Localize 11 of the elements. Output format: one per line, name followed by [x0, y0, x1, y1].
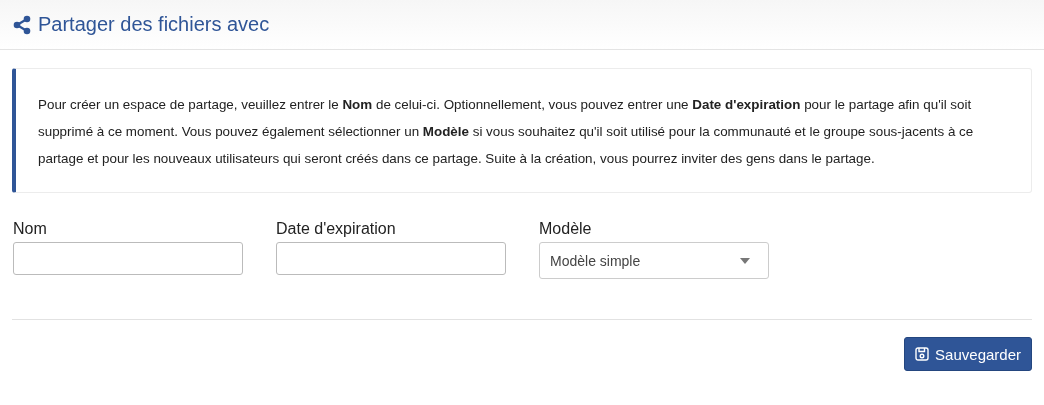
caret-icon: [740, 257, 750, 264]
share-icon: [12, 14, 32, 35]
info-message: Pour créer un espace de partage, veuillez entrer le Nom de celui-ci. Optionnellement, vous pouvez entrer une Date d'expiration pour le partage afin qu'il soit supprimé à ce moment. Vous pouvez également sélectionner un Modèle si vous souhaitez qu'il soit utilisé pour la communauté et le groupe sous-jacents à ce partage et pour les nouveaux utilisateurs qui seront créés dans ce partage. Suite à la création, vous pourrez inviter des gens dans le partage.: [12, 68, 1032, 193]
save-button[interactable]: Sauvegarder: [904, 337, 1032, 371]
field-label: Nom: [13, 220, 48, 238]
field-label: Date d'expiration: [276, 220, 397, 238]
input-field[interactable]: [276, 242, 506, 275]
field-label: Modèle: [539, 220, 593, 238]
input-field[interactable]: [13, 242, 243, 275]
template-select[interactable]: Modèle simple: [539, 242, 769, 279]
page-title: Partager des fichiers avec: [38, 13, 270, 36]
